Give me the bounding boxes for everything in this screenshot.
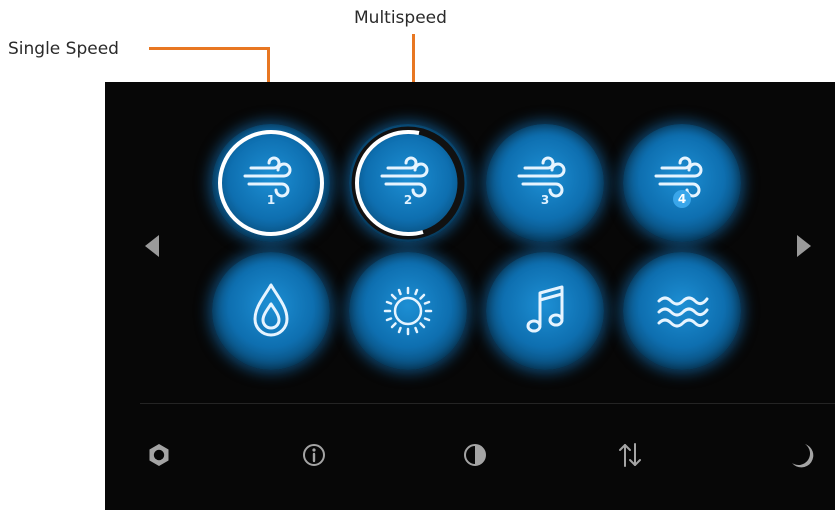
wind-icon [654, 156, 703, 198]
music-button[interactable] [486, 252, 604, 370]
water-drop-icon [253, 283, 289, 337]
single-speed-annotation: Single Speed [8, 39, 119, 59]
fan-speed-4-button[interactable]: 4 [623, 124, 741, 242]
music-note-icon [526, 285, 564, 333]
fan-speed-3-button[interactable]: 3 [486, 124, 604, 242]
speed-number-badge: 4 [673, 190, 691, 208]
multispeed-annotation: Multispeed [354, 8, 447, 28]
single-speed-ring [218, 130, 324, 236]
waves-button[interactable] [623, 252, 741, 370]
water-button[interactable] [212, 252, 330, 370]
sun-button[interactable] [349, 252, 467, 370]
device-screen: 1 2 3 4 [105, 82, 835, 510]
single-speed-annotation-line [149, 47, 270, 50]
divider [140, 403, 835, 404]
contrast-button[interactable] [457, 437, 493, 473]
moon-icon [792, 444, 814, 468]
previous-page-arrow-icon[interactable] [145, 235, 159, 257]
fan-speed-1-button[interactable]: 1 [212, 124, 330, 242]
settings-button[interactable] [141, 437, 177, 473]
next-page-arrow-icon[interactable] [797, 235, 811, 257]
night-mode-button[interactable] [783, 437, 819, 473]
up-down-arrows-icon [619, 443, 641, 467]
sort-button[interactable] [612, 437, 648, 473]
gear-icon [149, 444, 169, 466]
multispeed-ring [351, 126, 465, 240]
speed-number-label: 3 [540, 193, 550, 207]
contrast-icon [464, 444, 486, 466]
sun-icon [383, 286, 433, 336]
info-button[interactable] [296, 437, 332, 473]
info-icon [303, 444, 325, 466]
fan-speed-2-button[interactable]: 2 [349, 124, 467, 242]
waves-icon [657, 296, 709, 328]
wind-icon [517, 156, 566, 198]
